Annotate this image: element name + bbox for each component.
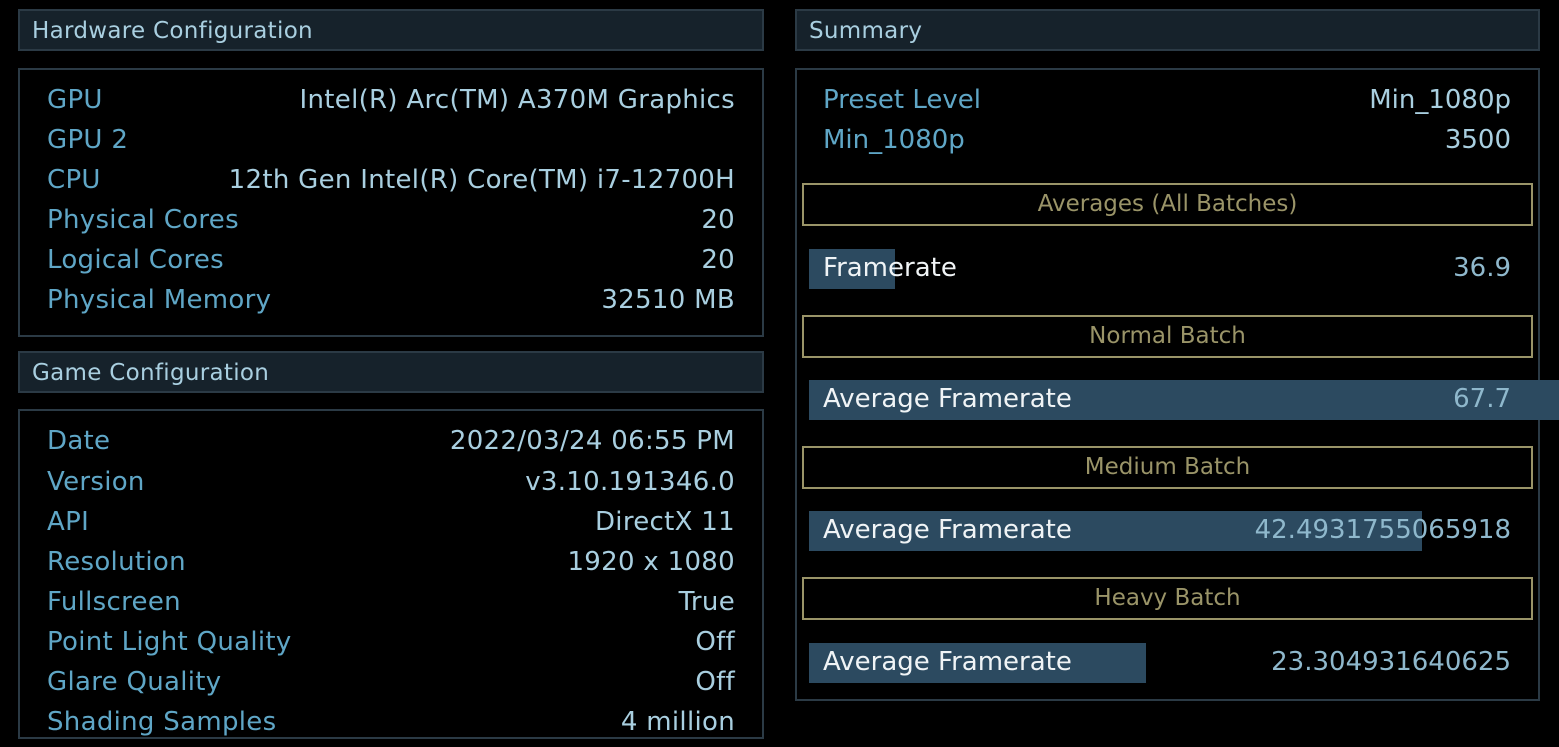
summary-header: Summary xyxy=(795,9,1540,51)
hw-label: Physical Memory xyxy=(47,285,272,315)
metric-value: 36.9 xyxy=(1453,253,1511,283)
game-row-shading-samples: Shading Samples 4 million xyxy=(47,707,735,747)
game-config-header: Game Configuration xyxy=(18,351,764,393)
hardware-config-header: Hardware Configuration xyxy=(18,9,764,51)
game-value: 1920 x 1080 xyxy=(567,547,735,577)
hw-value: 20 xyxy=(701,205,735,235)
section-title: Medium Batch xyxy=(1084,454,1251,480)
metric-label: Framerate xyxy=(823,253,957,283)
summary-title: Summary xyxy=(809,18,923,44)
hw-row-physical-memory: Physical Memory 32510 MB xyxy=(47,285,735,325)
hw-row-logical-cores: Logical Cores 20 xyxy=(47,245,735,285)
summary-value: 3500 xyxy=(1444,125,1511,155)
metric-row-normal-batch: Average Framerate 67.7 xyxy=(809,380,1559,420)
game-row-glare-quality: Glare Quality Off xyxy=(47,667,735,707)
section-header-medium-batch: Medium Batch xyxy=(802,446,1533,489)
hw-value: 32510 MB xyxy=(601,285,735,315)
game-label: Point Light Quality xyxy=(47,627,292,657)
hardware-config-title: Hardware Configuration xyxy=(32,18,313,44)
summary-label: Min_1080p xyxy=(823,125,965,155)
section-header-averages: Averages (All Batches) xyxy=(802,183,1533,226)
game-value: 4 million xyxy=(620,707,735,737)
section-title: Heavy Batch xyxy=(1094,585,1241,611)
game-row-version: Version v3.10.191346.0 xyxy=(47,467,735,507)
hw-label: Logical Cores xyxy=(47,245,225,275)
hw-value: 12th Gen Intel(R) Core(TM) i7-12700H xyxy=(228,165,735,195)
game-label: Date xyxy=(47,426,111,456)
hw-row-cpu: CPU 12th Gen Intel(R) Core(TM) i7-12700H xyxy=(47,165,735,205)
game-value: 2022/03/24 06:55 PM xyxy=(449,426,735,456)
game-label: Fullscreen xyxy=(47,587,181,617)
metric-row-averages: Framerate 36.9 xyxy=(809,249,1559,289)
game-label: Version xyxy=(47,467,145,497)
hw-value: Intel(R) Arc(TM) A370M Graphics xyxy=(299,85,735,115)
metric-value: 67.7 xyxy=(1453,384,1511,414)
metric-label: Average Framerate xyxy=(823,515,1072,545)
game-value: True xyxy=(678,587,735,617)
game-value: Off xyxy=(695,667,735,697)
hw-label: GPU xyxy=(47,85,103,115)
metric-row-heavy-batch: Average Framerate 23.304931640625 xyxy=(809,643,1559,683)
game-label: Shading Samples xyxy=(47,707,277,737)
hw-row-gpu: GPU Intel(R) Arc(TM) A370M Graphics xyxy=(47,85,735,125)
game-row-point-light-quality: Point Light Quality Off xyxy=(47,627,735,667)
section-title: Normal Batch xyxy=(1089,323,1246,349)
game-value: Off xyxy=(695,627,735,657)
summary-row-preset-level: Preset Level Min_1080p xyxy=(823,85,1511,125)
metric-value: 23.304931640625 xyxy=(1271,647,1511,677)
metric-row-medium-batch: Average Framerate 42.4931755065918 xyxy=(809,511,1559,551)
game-value: DirectX 11 xyxy=(594,507,735,537)
hw-row-gpu2: GPU 2 xyxy=(47,125,735,165)
game-row-resolution: Resolution 1920 x 1080 xyxy=(47,547,735,587)
metric-value: 42.4931755065918 xyxy=(1254,515,1511,545)
game-label: Resolution xyxy=(47,547,186,577)
game-value: v3.10.191346.0 xyxy=(525,467,735,497)
summary-label: Preset Level xyxy=(823,85,981,115)
game-row-api: API DirectX 11 xyxy=(47,507,735,547)
summary-row-score: Min_1080p 3500 xyxy=(823,125,1511,165)
game-label: Glare Quality xyxy=(47,667,222,697)
game-label: API xyxy=(47,507,90,537)
hw-label: CPU xyxy=(47,165,101,195)
game-config-title: Game Configuration xyxy=(32,360,270,386)
hw-label: GPU 2 xyxy=(47,125,129,155)
hw-row-physical-cores: Physical Cores 20 xyxy=(47,205,735,245)
section-title: Averages (All Batches) xyxy=(1037,191,1298,217)
game-row-fullscreen: Fullscreen True xyxy=(47,587,735,627)
summary-value: Min_1080p xyxy=(1369,85,1511,115)
hw-label: Physical Cores xyxy=(47,205,239,235)
metric-label: Average Framerate xyxy=(823,647,1072,677)
metric-label: Average Framerate xyxy=(823,384,1072,414)
hw-value: 20 xyxy=(701,245,735,275)
section-header-normal-batch: Normal Batch xyxy=(802,315,1533,358)
section-header-heavy-batch: Heavy Batch xyxy=(802,577,1533,620)
game-row-date: Date 2022/03/24 06:55 PM xyxy=(47,426,735,466)
